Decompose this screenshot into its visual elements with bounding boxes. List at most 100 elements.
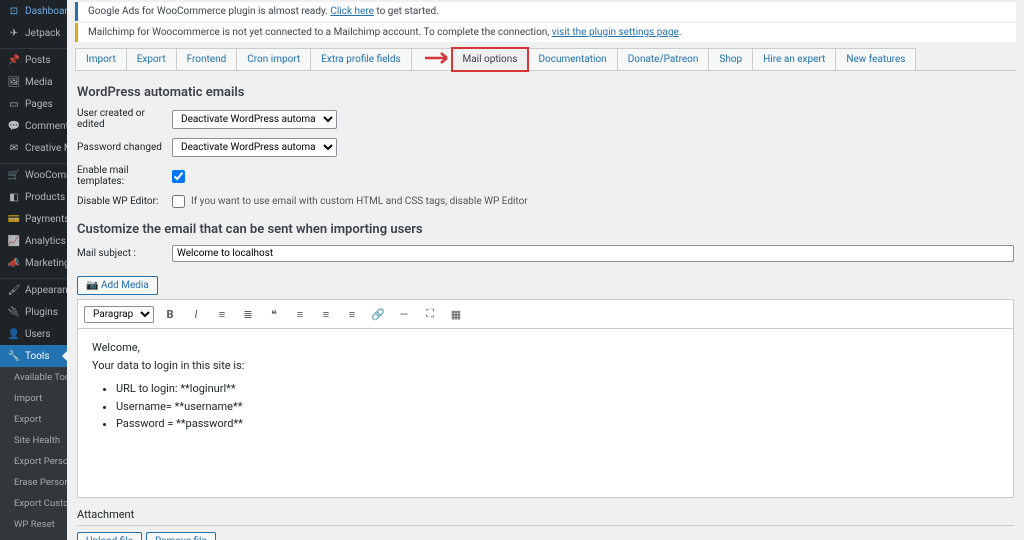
sidebar-subitem[interactable]: Erase Personal Data	[0, 472, 67, 493]
sidebar-subitem[interactable]: Export Customer	[0, 493, 67, 514]
list-ol-icon[interactable]: ≣	[238, 304, 258, 324]
menu-icon: 📌	[8, 54, 20, 66]
mail-subject-input[interactable]	[172, 245, 1014, 262]
align-center-icon[interactable]: ≡	[316, 304, 336, 324]
sidebar-item[interactable]: 📌 Posts	[0, 49, 67, 71]
menu-label: Dashboard	[25, 6, 67, 17]
sidebar-subitem[interactable]: Available Tools	[0, 367, 67, 388]
menu-icon: 💬	[8, 120, 20, 132]
menu-icon: ▭	[8, 98, 20, 110]
main-content: Google Ads for WooCommerce plugin is alm…	[67, 0, 1024, 540]
camera-icon: 📷	[86, 280, 98, 291]
menu-icon: ⊡	[8, 5, 20, 17]
admin-sidebar: ⊡ Dashboard ✈ Jetpack 📌 Posts 🖼 Media ▭Pages💬Com…	[0, 0, 67, 540]
notice-link[interactable]: Click here	[330, 6, 374, 17]
notice-link[interactable]: visit the plugin settings page	[552, 27, 679, 38]
enable-templates-checkbox[interactable]	[172, 170, 185, 183]
password-changed-select[interactable]: Deactivate WordPress automatic email whe…	[172, 138, 337, 157]
menu-label: Creative Mail	[25, 143, 67, 154]
tab-mail-options[interactable]: Mail options	[452, 48, 529, 71]
sidebar-item[interactable]: 👤 Users	[0, 323, 67, 345]
more-icon[interactable]: —	[394, 304, 414, 324]
menu-icon: 🔌	[8, 306, 20, 318]
plugin-tabs: ImportExportFrontendCron importExtra pro…	[75, 48, 1016, 71]
menu-label: Analytics	[25, 236, 66, 247]
menu-icon: 💳	[8, 213, 20, 225]
sidebar-item[interactable]: 📣Marketing	[0, 252, 67, 274]
menu-label: Tools	[25, 351, 49, 362]
notice-mailchimp: Mailchimp for Woocommerce is not yet con…	[75, 23, 1016, 42]
sidebar-item[interactable]: 🛒WooCommerce	[0, 164, 67, 186]
tab-donate-patreon[interactable]: Donate/Patreon	[617, 48, 710, 70]
user-created-select[interactable]: Deactivate WordPress automatic email whe…	[172, 110, 337, 129]
sidebar-item[interactable]: ✉ Creative Mail	[0, 137, 67, 159]
menu-icon: 🖼	[8, 76, 20, 88]
row-label: Disable WP Editor:	[77, 196, 172, 207]
quote-icon[interactable]: ❝	[264, 304, 284, 324]
tab-import[interactable]: Import	[75, 48, 127, 70]
menu-label: Media	[25, 77, 53, 88]
align-right-icon[interactable]: ≡	[342, 304, 362, 324]
menu-label: Posts	[25, 55, 51, 66]
editor-toolbar: Paragraph B I ≡ ≣ ❝ ≡ ≡ ≡ 🔗 — ⛶ ▦	[77, 299, 1014, 328]
menu-icon: ✉	[8, 142, 20, 154]
align-left-icon[interactable]: ≡	[290, 304, 310, 324]
upload-file-button[interactable]: Upload file	[77, 532, 142, 540]
menu-label: Appearance	[25, 285, 67, 296]
toolbar-toggle-icon[interactable]: ▦	[446, 304, 466, 324]
row-label: Password changed	[77, 142, 172, 153]
menu-label: Products	[25, 192, 65, 203]
menu-icon: 🔧	[8, 350, 20, 362]
link-icon[interactable]: 🔗	[368, 304, 388, 324]
tab-new-features[interactable]: New features	[835, 48, 916, 70]
sidebar-item[interactable]: 🔧 Tools	[0, 345, 67, 367]
sidebar-item[interactable]: 🖌Appearance	[0, 279, 67, 301]
mail-body-editor[interactable]: Welcome, Your data to login in this site…	[77, 328, 1014, 498]
sidebar-item[interactable]: 📈 Analytics	[0, 230, 67, 252]
sidebar-subitem[interactable]: Export	[0, 409, 67, 430]
menu-icon: 📣	[8, 257, 20, 269]
bold-icon[interactable]: B	[160, 304, 180, 324]
help-text: If you want to use email with custom HTM…	[191, 196, 528, 207]
tab-documentation[interactable]: Documentation	[527, 48, 617, 70]
row-label: Enable mail templates:	[77, 165, 172, 187]
sidebar-subitem[interactable]: WP DB Cleaner	[0, 535, 67, 540]
menu-label: Payments	[25, 214, 67, 225]
menu-label: Users	[25, 329, 51, 340]
section-title: WordPress automatic emails	[77, 85, 1014, 100]
tab-extra-profile-fields[interactable]: Extra profile fields	[310, 48, 411, 70]
sidebar-item[interactable]: 🖼 Media	[0, 71, 67, 93]
menu-icon: ◧	[8, 191, 20, 203]
list-ul-icon[interactable]: ≡	[212, 304, 232, 324]
sidebar-subitem[interactable]: WP Reset	[0, 514, 67, 535]
sidebar-subitem[interactable]: Export Personal Data	[0, 451, 67, 472]
menu-label: Plugins	[25, 307, 58, 318]
sidebar-subitem[interactable]: Import	[0, 388, 67, 409]
menu-icon: 📈	[8, 235, 20, 247]
sidebar-item[interactable]: 💳 Payments	[0, 208, 67, 230]
fullscreen-icon[interactable]: ⛶	[420, 304, 440, 324]
sidebar-item[interactable]: ⊡ Dashboard	[0, 0, 67, 22]
sidebar-item[interactable]: ✈ Jetpack	[0, 22, 67, 44]
sidebar-item[interactable]: 🔌 Plugins	[0, 301, 67, 323]
menu-icon: 🛒	[8, 169, 20, 181]
format-select[interactable]: Paragraph	[84, 306, 154, 323]
tab-cron-import[interactable]: Cron import	[236, 48, 311, 70]
tab-export[interactable]: Export	[126, 48, 177, 70]
tab-hire-an-expert[interactable]: Hire an expert	[752, 48, 836, 70]
tab-shop[interactable]: Shop	[708, 48, 753, 70]
sidebar-item[interactable]: ▭Pages	[0, 93, 67, 115]
attachment-label: Attachment	[77, 508, 1014, 521]
highlight-arrow-icon	[423, 51, 453, 65]
menu-icon: ✈	[8, 27, 20, 39]
menu-icon: 👤	[8, 328, 20, 340]
disable-editor-checkbox[interactable]	[172, 195, 185, 208]
add-media-button[interactable]: 📷 Add Media	[77, 276, 158, 295]
menu-label: Jetpack	[25, 28, 60, 39]
tab-frontend[interactable]: Frontend	[176, 48, 238, 70]
remove-file-button[interactable]: Remove file	[146, 532, 216, 540]
sidebar-item[interactable]: 💬Comments	[0, 115, 67, 137]
sidebar-subitem[interactable]: Site Health	[0, 430, 67, 451]
sidebar-item[interactable]: ◧ Products	[0, 186, 67, 208]
italic-icon[interactable]: I	[186, 304, 206, 324]
